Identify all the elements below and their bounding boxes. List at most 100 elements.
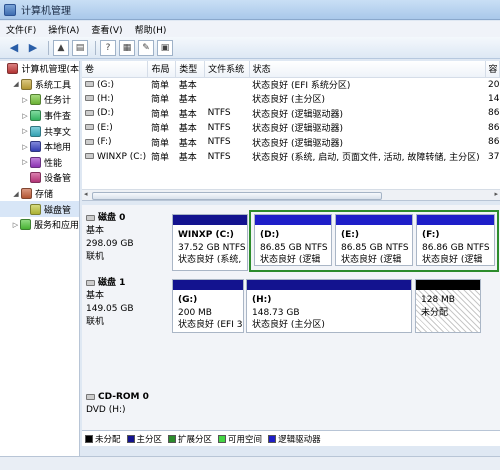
expand-arrow-icon[interactable]: ▷ <box>20 127 30 135</box>
legend-swatch <box>218 434 227 443</box>
disk-map: 磁盘 0 基本 298.09 GB 联机 WINXP (C:) 37.52 GB… <box>82 205 500 430</box>
disk-label[interactable]: 磁盘 1 基本 149.05 GB 联机 <box>86 277 168 329</box>
unallocated-space[interactable]: 128 MB 未分配 <box>415 279 481 333</box>
cell-layout: 简单 <box>150 153 169 164</box>
horizontal-scrollbar[interactable]: ◂ ▸ <box>82 189 500 200</box>
expand-arrow-icon[interactable]: ▷ <box>20 112 30 120</box>
unallocated-bar <box>416 280 480 290</box>
expand-arrow-icon[interactable]: ◢ <box>11 80 21 88</box>
scrollbar-thumb[interactable] <box>92 192 382 200</box>
help-icon[interactable]: ? <box>100 39 116 56</box>
partition-status: 未分配 <box>421 307 449 318</box>
properties-icon[interactable]: ▦ <box>119 39 135 56</box>
cell-layout: 简单 <box>150 81 169 91</box>
expand-arrow-icon[interactable]: ◢ <box>11 190 21 198</box>
legend-item: 扩展分区 <box>168 433 212 445</box>
tree-item[interactable]: 计算机管理(本 <box>0 61 79 77</box>
forward-arrow-icon[interactable]: ▶ <box>25 40 41 56</box>
disk-icon <box>86 214 95 221</box>
disk-label[interactable]: 磁盘 0 基本 298.09 GB 联机 <box>86 212 168 264</box>
legend-item: 主分区 <box>126 433 162 445</box>
export-icon[interactable]: ✎ <box>138 39 154 56</box>
scroll-right-icon[interactable]: ▸ <box>494 190 498 198</box>
partition-f[interactable]: (F:) 86.86 GB NTFS 状态良好 (逻辑 <box>416 214 495 266</box>
table-row[interactable]: (E:) 简单 基本 NTFS 状态良好 (逻辑驱动器) 86 <box>82 121 500 136</box>
tree-item[interactable]: ▷ 共享文 <box>0 123 79 139</box>
console-tree-icon[interactable]: ▤ <box>72 39 88 56</box>
tree-item[interactable]: ▷ 本地用 <box>0 139 79 155</box>
local-users-icon <box>30 141 41 153</box>
shared-folder-icon <box>30 125 41 137</box>
menu-help[interactable]: 帮助(H) <box>135 23 167 36</box>
expand-arrow-icon[interactable]: ▷ <box>20 96 30 104</box>
cell-type: 基本 <box>178 153 197 164</box>
volume-name: (E:) <box>97 122 113 133</box>
tree-item[interactable]: ▷ 服务和应用 <box>0 217 79 233</box>
disk-name: 磁盘 0 <box>98 213 126 223</box>
cell-layout: 简单 <box>150 124 169 135</box>
volume-name: (H:) <box>97 93 114 104</box>
partition-label: WINXP (C:) <box>178 230 234 240</box>
tree-item[interactable]: ◢ 存储 <box>0 186 79 202</box>
expand-arrow-icon[interactable]: ▷ <box>11 221 20 229</box>
menu-action[interactable]: 操作(A) <box>48 23 79 36</box>
legend-label: 逻辑驱动器 <box>278 434 321 445</box>
partition-e[interactable]: (E:) 86.85 GB NTFS 状态良好 (逻辑 <box>335 214 413 266</box>
cell-type: 基本 <box>178 124 197 135</box>
tree-item[interactable]: ▷ 性能 <box>0 155 79 171</box>
primary-partition-bar <box>247 280 411 290</box>
partition-c[interactable]: WINXP (C:) 37.52 GB NTFS 状态良好 (系统, <box>172 214 248 271</box>
device-manager-icon <box>30 172 41 184</box>
table-row[interactable]: (D:) 简单 基本 NTFS 状态良好 (逻辑驱动器) 86 <box>82 106 500 121</box>
partition-g[interactable]: (G:) 200 MB 状态良好 (EFI 3 <box>172 279 244 333</box>
column-header-layout[interactable]: 布局 <box>147 61 177 78</box>
column-header-capacity[interactable]: 容 <box>485 61 500 78</box>
cell-capacity: 86 <box>488 137 500 148</box>
menu-bar: 文件(F) 操作(A) 查看(V) 帮助(H) <box>0 21 500 37</box>
volume-name: WINXP (C:) <box>97 151 147 162</box>
tree-item-label: 性能 <box>44 158 63 169</box>
legend: 未分配 主分区 扩展分区 可用空间 逻辑驱动器 <box>82 430 500 446</box>
window-title: 计算机管理 <box>21 6 71 17</box>
legend-item: 逻辑驱动器 <box>268 433 321 445</box>
tree-item[interactable]: ▷ 任务计 <box>0 92 79 108</box>
expand-arrow-icon[interactable]: ▷ <box>20 158 30 166</box>
column-header-status[interactable]: 状态 <box>249 61 486 78</box>
up-folder-icon[interactable]: ▲ <box>53 39 69 56</box>
partition-d[interactable]: (D:) 86.85 GB NTFS 状态良好 (逻辑 <box>254 214 332 266</box>
partition-status: 状态良好 (逻辑 <box>260 255 321 265</box>
table-row[interactable]: WINXP (C:) 简单 基本 NTFS 状态良好 (系统, 启动, 页面文件, 活动… <box>82 150 500 165</box>
partition-label: (D:) <box>260 230 280 240</box>
disk-label[interactable]: CD-ROM 0 DVD (H:) <box>86 391 168 417</box>
cell-capacity: 86 <box>488 122 500 133</box>
cell-volume: (F:) <box>82 135 148 150</box>
cell-capacity: 14 <box>488 93 500 104</box>
menu-file[interactable]: 文件(F) <box>6 23 36 36</box>
menu-view[interactable]: 查看(V) <box>91 23 122 36</box>
table-row[interactable]: (H:) 简单 基本 状态良好 (主分区) 14 <box>82 92 500 107</box>
table-row[interactable]: (G:) 简单 基本 状态良好 (EFI 系统分区) 20 <box>82 77 500 92</box>
column-header-filesystem[interactable]: 文件系统 <box>204 61 250 78</box>
volume-table: 卷 布局 类型 文件系统 状态 容 (G:) 简单 基本 状态良好 (EFI 系统分区… <box>82 61 500 164</box>
column-header-type[interactable]: 类型 <box>175 61 206 78</box>
tree-item[interactable]: 设备管 <box>0 170 79 186</box>
cell-filesystem: NTFS <box>207 108 231 119</box>
cell-status: 状态良好 (逻辑驱动器) <box>252 124 344 135</box>
disk-name: CD-ROM 0 <box>98 392 149 402</box>
tree-item[interactable]: ◢ 系统工具 <box>0 77 79 93</box>
action-pane-icon[interactable]: ▣ <box>157 39 173 56</box>
expand-arrow-icon[interactable]: ▷ <box>20 143 30 151</box>
back-arrow-icon[interactable]: ◀ <box>6 40 22 56</box>
volume-list: 卷 布局 类型 文件系统 状态 容 (G:) 简单 基本 状态良好 (EFI 系统分区… <box>82 61 500 201</box>
tree-item[interactable]: 磁盘管 <box>0 201 79 217</box>
partition-size: 128 MB <box>421 295 455 305</box>
legend-label: 未分配 <box>95 434 121 445</box>
column-header-volume[interactable]: 卷 <box>82 61 149 78</box>
volume-name: (F:) <box>97 137 112 148</box>
scroll-left-icon[interactable]: ◂ <box>84 190 88 198</box>
tree-item[interactable]: ▷ 事件查 <box>0 108 79 124</box>
partition-size: 148.73 GB <box>252 307 300 318</box>
cell-volume: (H:) <box>82 92 148 107</box>
table-row[interactable]: (F:) 简单 基本 NTFS 状态良好 (逻辑驱动器) 86 <box>82 135 500 150</box>
partition-h[interactable]: (H:) 148.73 GB 状态良好 (主分区) <box>246 279 412 333</box>
